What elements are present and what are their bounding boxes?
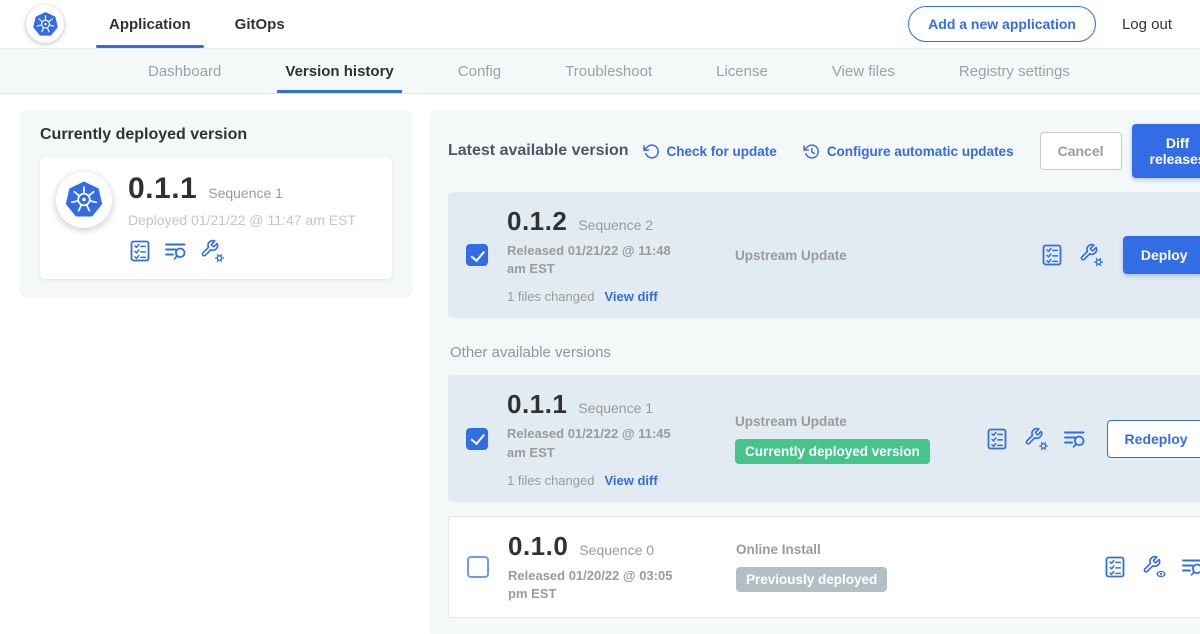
tab-application-label: Application bbox=[109, 16, 191, 33]
subnav-item-view-files[interactable]: View files bbox=[824, 49, 903, 93]
previously-deployed-badge: Previously deployed bbox=[736, 567, 887, 592]
deploy-button[interactable]: Deploy bbox=[1123, 236, 1200, 274]
kubernetes-logo-icon bbox=[26, 5, 64, 43]
clock-refresh-icon bbox=[803, 143, 820, 160]
refresh-icon bbox=[643, 143, 660, 160]
deployed-timestamp: Deployed 01/21/22 @ 11:47 am EST bbox=[128, 212, 356, 228]
diff-releases-button[interactable]: Diff releases bbox=[1132, 124, 1200, 178]
available-versions-panel: Latest available version Check for updat… bbox=[430, 110, 1200, 634]
version-checkbox[interactable] bbox=[466, 244, 488, 266]
source-label: Upstream Update bbox=[735, 248, 1030, 263]
released-timestamp: Released 01/20/22 @ 03:05 pm EST bbox=[508, 567, 694, 603]
latest-available-title: Latest available version bbox=[448, 142, 629, 160]
files-changed-label: 1 files changed bbox=[507, 473, 594, 488]
released-timestamp: Released 01/21/22 @ 11:45 am EST bbox=[507, 425, 693, 461]
configure-automatic-updates-label: Configure automatic updates bbox=[827, 144, 1014, 159]
deployed-version-number: 0.1.1 bbox=[128, 172, 197, 206]
subnav-item-config[interactable]: Config bbox=[450, 49, 509, 93]
version-number: 0.1.0 bbox=[508, 531, 568, 562]
deploy-logs-icon[interactable] bbox=[164, 239, 188, 263]
configure-automatic-updates-link[interactable]: Configure automatic updates bbox=[803, 143, 1014, 160]
main-content: Currently deployed version 0.1.1 Sequenc… bbox=[0, 94, 1200, 634]
available-versions-header: Latest available version Check for updat… bbox=[448, 124, 1200, 178]
logout-button[interactable]: Log out bbox=[1120, 12, 1174, 37]
preflight-checks-icon[interactable] bbox=[1103, 555, 1127, 579]
currently-deployed-panel: Currently deployed version 0.1.1 Sequenc… bbox=[20, 110, 412, 297]
released-timestamp: Released 01/21/22 @ 11:48 am EST bbox=[507, 242, 693, 278]
subnav-item-registry-settings[interactable]: Registry settings bbox=[951, 49, 1078, 93]
version-number: 0.1.1 bbox=[507, 389, 567, 420]
preflight-checks-icon[interactable] bbox=[1040, 243, 1064, 267]
version-card-0-1-2: 0.1.2 Sequence 2 Released 01/21/22 @ 11:… bbox=[448, 192, 1200, 318]
config-icon[interactable] bbox=[1079, 243, 1103, 267]
version-card-0-1-1: 0.1.1 Sequence 1 Released 01/21/22 @ 11:… bbox=[448, 375, 1200, 501]
source-label: Online Install bbox=[736, 542, 1093, 557]
subnav-item-troubleshoot[interactable]: Troubleshoot bbox=[557, 49, 660, 93]
source-label: Upstream Update bbox=[735, 414, 975, 429]
preflight-checks-icon[interactable] bbox=[985, 427, 1009, 451]
version-number: 0.1.2 bbox=[507, 206, 567, 237]
deploy-logs-icon[interactable] bbox=[1181, 555, 1200, 579]
config-icon[interactable] bbox=[1024, 427, 1048, 451]
sequence-label: Sequence 1 bbox=[578, 400, 653, 416]
add-application-button[interactable]: Add a new application bbox=[908, 6, 1096, 42]
view-config-icon[interactable] bbox=[1142, 555, 1166, 579]
version-card-0-1-0: 0.1.0 Sequence 0 Released 01/20/22 @ 03:… bbox=[448, 516, 1200, 618]
config-icon[interactable] bbox=[200, 239, 224, 263]
redeploy-button[interactable]: Redeploy bbox=[1107, 420, 1200, 458]
subnav-item-license[interactable]: License bbox=[708, 49, 776, 93]
check-for-update-label: Check for update bbox=[667, 144, 777, 159]
check-for-update-link[interactable]: Check for update bbox=[643, 143, 777, 160]
view-diff-link[interactable]: View diff bbox=[604, 473, 657, 488]
version-checkbox[interactable] bbox=[467, 556, 489, 578]
deployed-status-badge: Currently deployed version bbox=[735, 439, 930, 464]
cancel-button[interactable]: Cancel bbox=[1040, 132, 1122, 170]
deployed-sequence-label: Sequence 1 bbox=[208, 185, 283, 201]
sequence-label: Sequence 0 bbox=[579, 542, 654, 558]
other-available-versions-title: Other available versions bbox=[450, 344, 1200, 361]
tab-application[interactable]: Application bbox=[96, 0, 204, 48]
tab-gitops[interactable]: GitOps bbox=[222, 0, 298, 48]
tab-gitops-label: GitOps bbox=[235, 16, 285, 33]
sequence-label: Sequence 2 bbox=[578, 217, 653, 233]
app-kubernetes-icon bbox=[56, 172, 112, 228]
deploy-logs-icon[interactable] bbox=[1063, 427, 1087, 451]
files-changed-label: 1 files changed bbox=[507, 289, 594, 304]
currently-deployed-title: Currently deployed version bbox=[40, 126, 392, 144]
preflight-checks-icon[interactable] bbox=[128, 239, 152, 263]
subnav-item-dashboard[interactable]: Dashboard bbox=[140, 49, 229, 93]
sub-nav: Dashboard Version history Config Trouble… bbox=[0, 48, 1200, 94]
top-nav: Application GitOps Add a new application… bbox=[0, 0, 1200, 48]
view-diff-link[interactable]: View diff bbox=[604, 289, 657, 304]
subnav-item-version-history[interactable]: Version history bbox=[277, 49, 401, 93]
version-checkbox[interactable] bbox=[466, 428, 488, 450]
deployed-version-card: 0.1.1 Sequence 1 Deployed 01/21/22 @ 11:… bbox=[40, 157, 392, 279]
